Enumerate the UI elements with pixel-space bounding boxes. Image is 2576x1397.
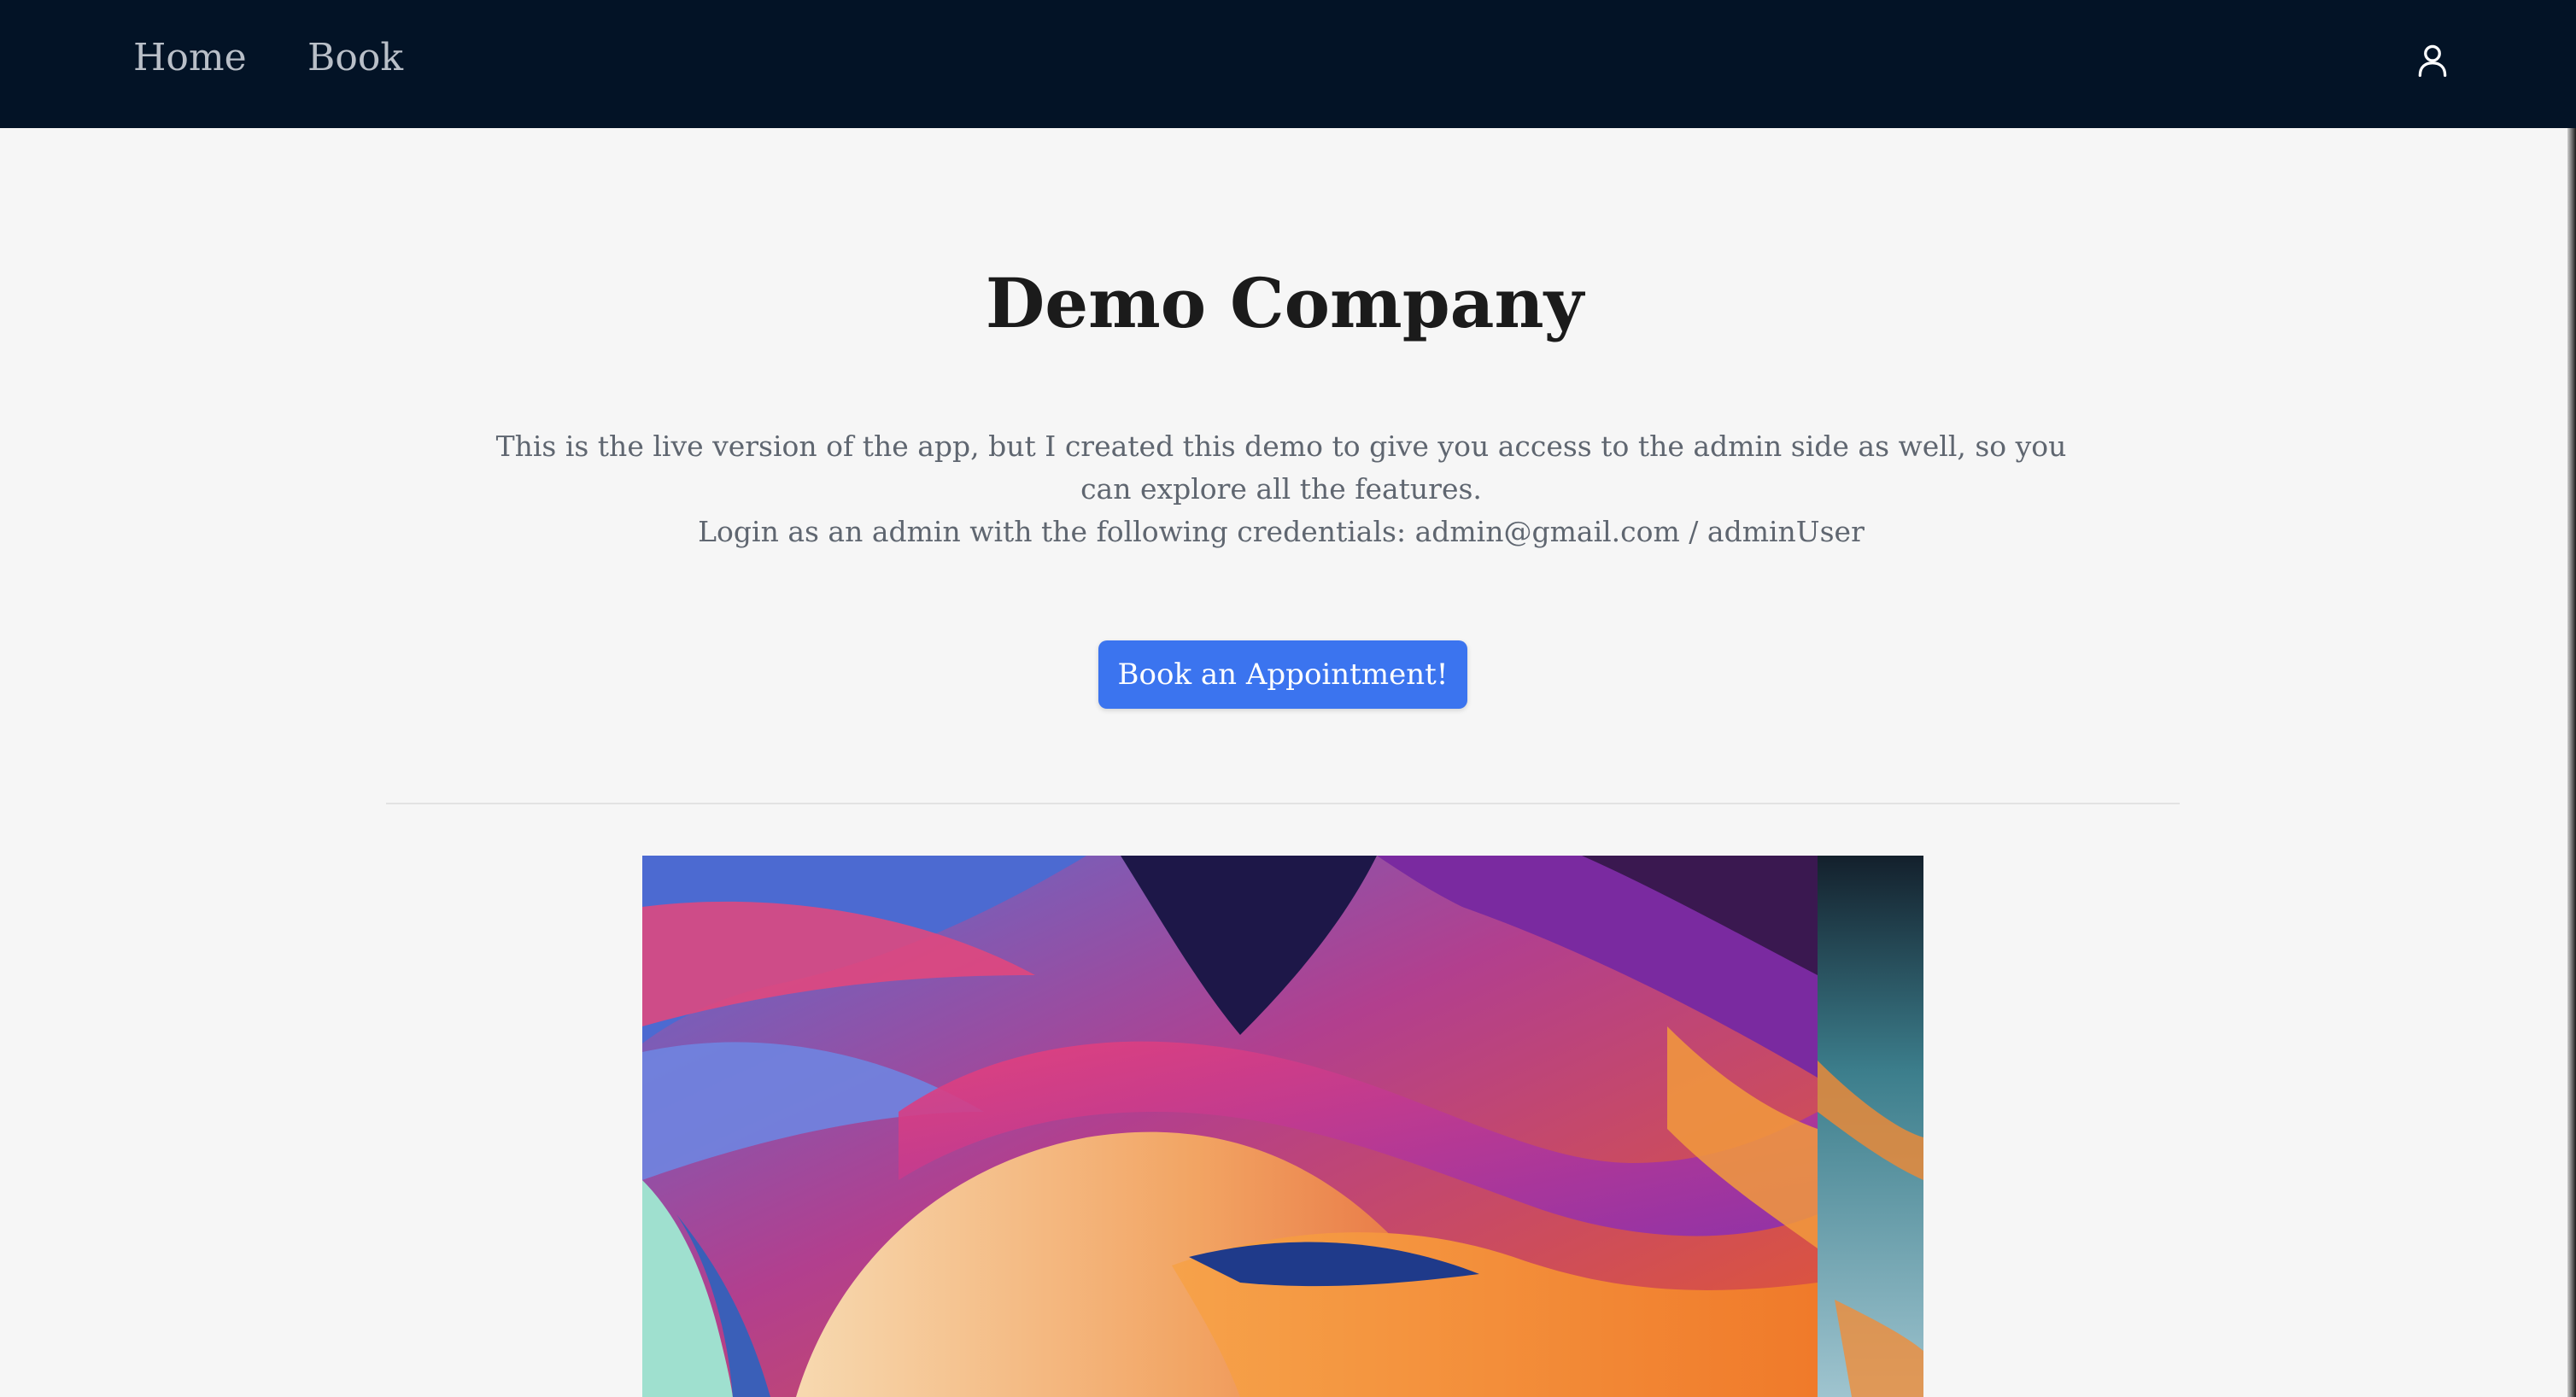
top-navbar: Home Book: [0, 0, 2576, 128]
page-title: Demo Company: [985, 263, 1584, 343]
intro-text: This is the live version of the app, but…: [478, 425, 2084, 553]
section-divider: [386, 803, 2180, 804]
book-appointment-button[interactable]: Book an Appointment!: [1098, 640, 1467, 709]
nav-book-link[interactable]: Book: [307, 32, 403, 84]
nav-home-link[interactable]: Home: [133, 32, 247, 84]
intro-paragraph-1: This is the live version of the app, but…: [495, 430, 2067, 506]
carousel-slide-abstract-swirl: [642, 856, 1818, 1397]
intro-paragraph-2: Login as an admin with the following cre…: [698, 515, 1865, 548]
carousel-slide-next-preview: [1818, 856, 1923, 1397]
image-carousel[interactable]: [642, 856, 1923, 1397]
user-icon[interactable]: [2414, 41, 2451, 79]
